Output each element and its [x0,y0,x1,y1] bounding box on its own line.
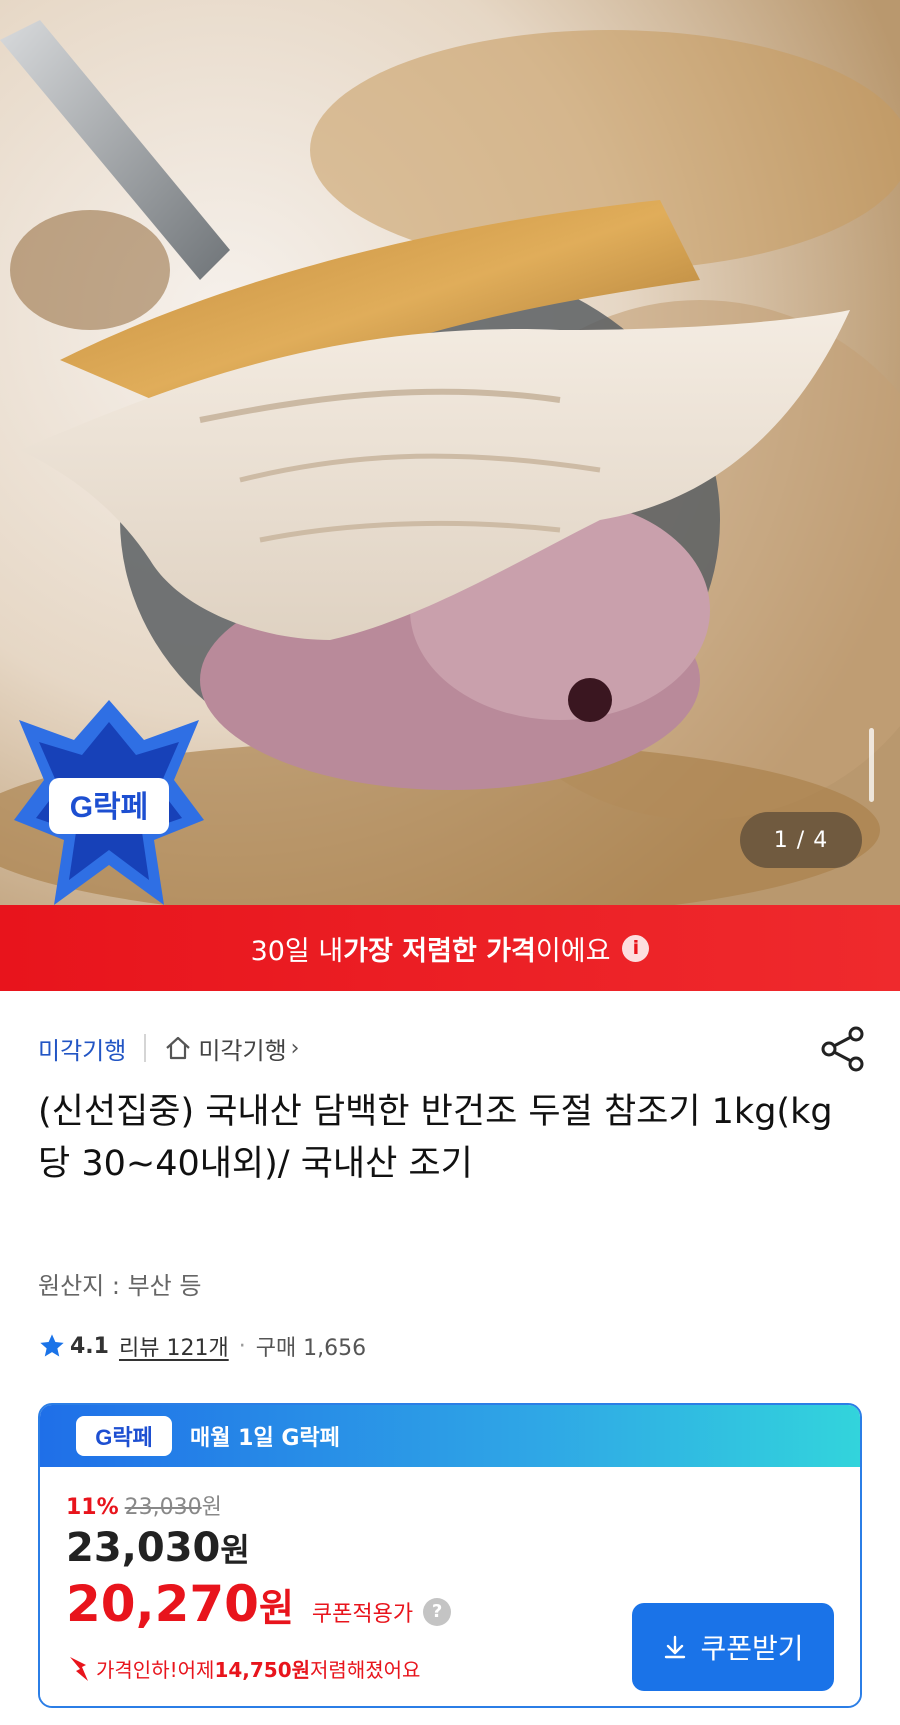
g-lakpe-badge-icon: G락페 [14,700,204,905]
discount-rate: 11% [66,1495,119,1520]
coupon-price-number: 20,270 [66,1575,259,1633]
star-icon [40,1334,64,1357]
coupon-price: 20,270 원 쿠폰적용가 ? [66,1575,452,1633]
product-image-gallery[interactable]: G락페 1 / 4 [0,0,900,905]
price-drop-mid: 어제 [177,1657,215,1682]
divider [144,1034,147,1062]
svg-text:G락페: G락페 [95,1425,153,1450]
get-coupon-label: 쿠폰받기 [700,1633,804,1664]
price-drop-suffix: 저렴해졌어요 [310,1657,421,1682]
product-origin: 원산지 : 부산 등 [38,1272,202,1300]
arrow-down-icon [70,1657,88,1681]
price-drop-note: 가격인하! 어제 14,750원 저렴해졌어요 [66,1653,420,1683]
review-count-link[interactable]: 리뷰 121개 [119,1330,229,1362]
product-title: (신선집중) 국내산 담백한 반건조 두절 참조기 1kg(kg당 30~40내… [38,1092,833,1184]
deal-header: G락페 매월 1일 G락페 [40,1405,860,1467]
rating-row: 4.1 리뷰 121개 · 구매 1,656 [38,1330,366,1362]
original-price-unit: 원 [201,1495,222,1520]
share-icon[interactable] [820,1025,866,1073]
chevron-right-icon: › [290,1035,300,1061]
rating-score: 4.1 [70,1333,109,1359]
download-icon [665,1635,686,1659]
seller-row: 미각기행 미각기행 › [38,1028,299,1068]
deal-card: G락페 매월 1일 G락페 11% 23,030 원 23,030원 20,27… [38,1403,862,1708]
coupon-price-unit: 원 [258,1586,294,1630]
sale-price-number: 23,030 [66,1525,221,1571]
store-name: 미각기행 [198,1036,287,1065]
price-drop-amount: 14,750원 [214,1657,311,1682]
coupon-price-label: 쿠폰적용가 [311,1602,414,1627]
store-link[interactable]: 미각기행 › [164,1031,299,1066]
get-coupon-button[interactable]: 쿠폰받기 [632,1603,834,1691]
price-drop-label: 가격인하! [96,1657,178,1682]
deal-body: 11% 23,030 원 23,030원 20,270 원 쿠폰적용가 ? 가격인… [40,1467,860,1706]
info-icon[interactable]: i [622,934,650,962]
sale-price-unit: 원 [220,1531,250,1569]
lowest-price-banner[interactable]: 30일 내 가장 저렴한 가격 이에요 i [0,905,900,991]
discount-row: 11% 23,030 원 [66,1489,222,1521]
sale-price: 23,030원 [66,1525,250,1571]
seller-name-link[interactable]: 미각기행 [38,1031,126,1066]
deal-event-title: 매월 1일 G락페 [190,1426,340,1451]
banner-highlight: 가장 저렴한 가격 [343,935,536,967]
g-lakpe-logo-icon: G락페 [76,1416,172,1456]
home-icon [166,1036,191,1060]
info-icon[interactable]: ? [423,1597,452,1626]
separator-dot: · [238,1333,246,1359]
original-price: 23,030 [124,1495,202,1520]
banner-suffix: 이에요 [535,935,611,967]
gallery-scroll-indicator [869,728,874,802]
svg-text:G락페: G락페 [70,791,149,824]
banner-prefix: 30일 내 [250,935,344,967]
gallery-page-counter: 1 / 4 [740,812,862,868]
purchase-count: 구매 1,656 [255,1336,367,1361]
